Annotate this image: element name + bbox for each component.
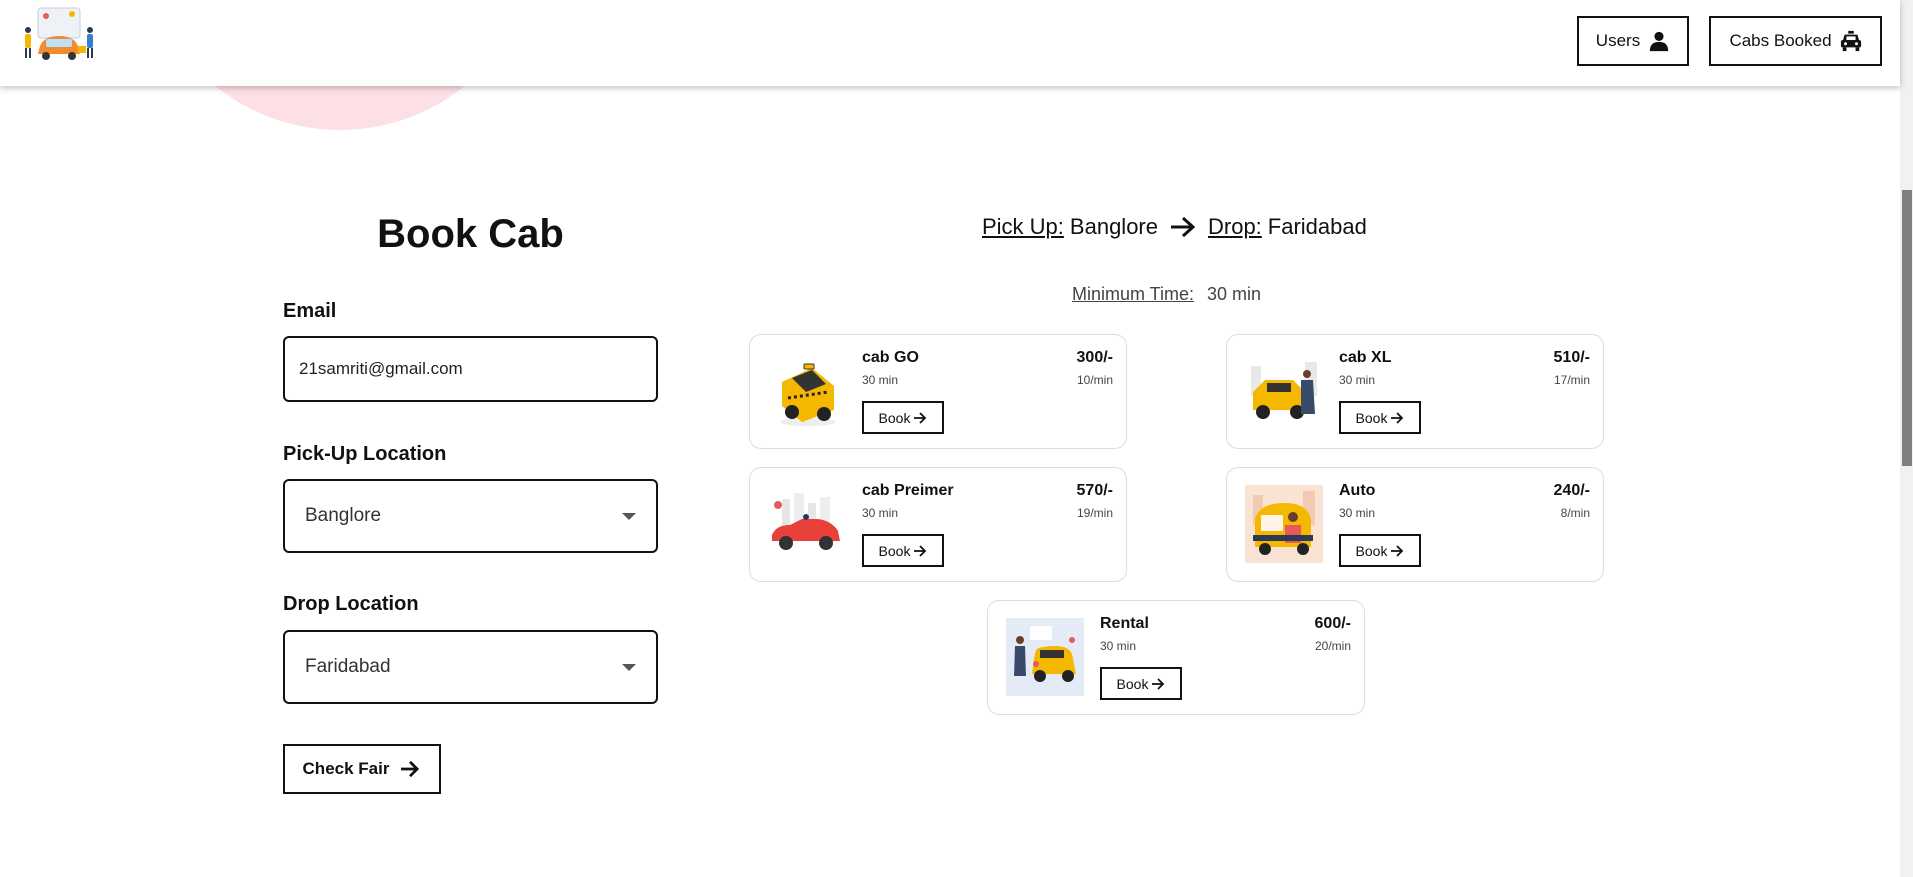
cab-price: 510/-: [1553, 349, 1590, 366]
chevron-down-icon: [622, 664, 636, 671]
cab-price: 240/-: [1553, 482, 1590, 499]
top-navbar: Users Cabs Booked: [0, 0, 1900, 86]
cab-name: Rental: [1100, 615, 1149, 632]
email-input[interactable]: [283, 336, 658, 402]
check-fair-button[interactable]: Check Fair: [283, 744, 441, 794]
arrow-right-icon: [1391, 544, 1404, 557]
user-icon: [1650, 31, 1669, 52]
book-button[interactable]: Book: [862, 401, 944, 434]
cab-card-go: cab GO 30 min 300/- 10/min Book: [749, 334, 1127, 449]
pickup-summary-label: Pick Up:: [982, 214, 1064, 239]
arrow-right-icon: [401, 760, 420, 778]
cab-time: 30 min: [1339, 373, 1376, 387]
cab-price: 600/-: [1314, 615, 1351, 632]
arrow-right-icon: [1391, 411, 1404, 424]
cab-card-xl: cab XL 30 min 510/- 17/min Book: [1226, 334, 1604, 449]
cab-rate: 10/min: [1076, 373, 1113, 387]
book-label: Book: [1355, 409, 1388, 426]
cab-time: 30 min: [862, 373, 899, 387]
rental-taxi-icon: [1006, 618, 1084, 696]
cab-price: 570/-: [1076, 482, 1113, 499]
arrow-right-icon: [914, 411, 927, 424]
book-button[interactable]: Book: [1339, 401, 1421, 434]
cab-time: 30 min: [1339, 506, 1376, 520]
users-button-label: Users: [1595, 31, 1641, 50]
drop-location-label: Drop Location: [283, 593, 419, 615]
cab-name: cab Preimer: [862, 482, 954, 499]
cabs-booked-button-label: Cabs Booked: [1729, 31, 1832, 50]
book-label: Book: [1355, 542, 1388, 559]
book-label: Book: [878, 409, 911, 426]
taxi-icon: [1840, 30, 1861, 52]
pickup-location-select[interactable]: Banglore: [283, 479, 658, 553]
cab-rate: 19/min: [1076, 506, 1113, 520]
book-label: Book: [1116, 675, 1149, 692]
book-button[interactable]: Book: [1339, 534, 1421, 567]
book-button[interactable]: Book: [862, 534, 944, 567]
drop-location-select[interactable]: Faridabad: [283, 630, 658, 704]
cab-rate: 8/min: [1560, 506, 1590, 520]
pickup-location-value: Banglore: [305, 505, 382, 526]
check-fair-label: Check Fair: [302, 759, 390, 778]
arrow-right-icon: [1168, 215, 1198, 239]
cab-card-rental: Rental 30 min 600/- 20/min Book: [987, 600, 1365, 715]
cab-name: Auto: [1339, 482, 1376, 499]
users-button[interactable]: Users: [1577, 16, 1689, 66]
auto-rickshaw-icon: [1245, 485, 1323, 563]
cab-name: cab XL: [1339, 349, 1392, 366]
red-convertible-icon: [768, 485, 846, 563]
drop-location-value: Faridabad: [305, 656, 391, 677]
cab-rate: 20/min: [1314, 639, 1351, 653]
pickup-summary-value: Banglore: [1069, 214, 1158, 239]
yellow-taxi-icon: [768, 352, 846, 430]
arrow-right-icon: [914, 544, 927, 557]
scrollbar-thumb[interactable]: [1902, 190, 1912, 466]
drop-summary-value: Faridabad: [1267, 214, 1367, 239]
app-logo[interactable]: [18, 6, 100, 68]
cab-card-premier: cab Preimer 30 min 570/- 19/min Book: [749, 467, 1127, 582]
book-label: Book: [878, 542, 911, 559]
book-cab-title: Book Cab: [377, 212, 564, 256]
cab-name: cab GO: [862, 349, 919, 366]
cab-rate: 17/min: [1553, 373, 1590, 387]
chevron-down-icon: [622, 513, 636, 520]
drop-summary-label: Drop:: [1208, 214, 1262, 239]
cab-time: 30 min: [862, 506, 899, 520]
suv-icon: [1245, 352, 1323, 430]
route-summary: Pick Up: Banglore Drop: Faridabad: [982, 214, 1367, 240]
cab-time: 30 min: [1100, 639, 1137, 653]
cabs-booked-button[interactable]: Cabs Booked: [1709, 16, 1882, 66]
minimum-time-label: Minimum Time:: [1072, 284, 1195, 304]
minimum-time-value: 30 min: [1207, 284, 1262, 304]
cab-card-auto: Auto 30 min 240/- 8/min Book: [1226, 467, 1604, 582]
cab-price: 300/-: [1076, 349, 1113, 366]
email-label: Email: [283, 300, 337, 322]
arrow-right-icon: [1152, 677, 1165, 690]
book-button[interactable]: Book: [1100, 667, 1182, 700]
pickup-location-label: Pick-Up Location: [283, 443, 447, 465]
minimum-time: Minimum Time: 30 min: [1072, 284, 1261, 305]
